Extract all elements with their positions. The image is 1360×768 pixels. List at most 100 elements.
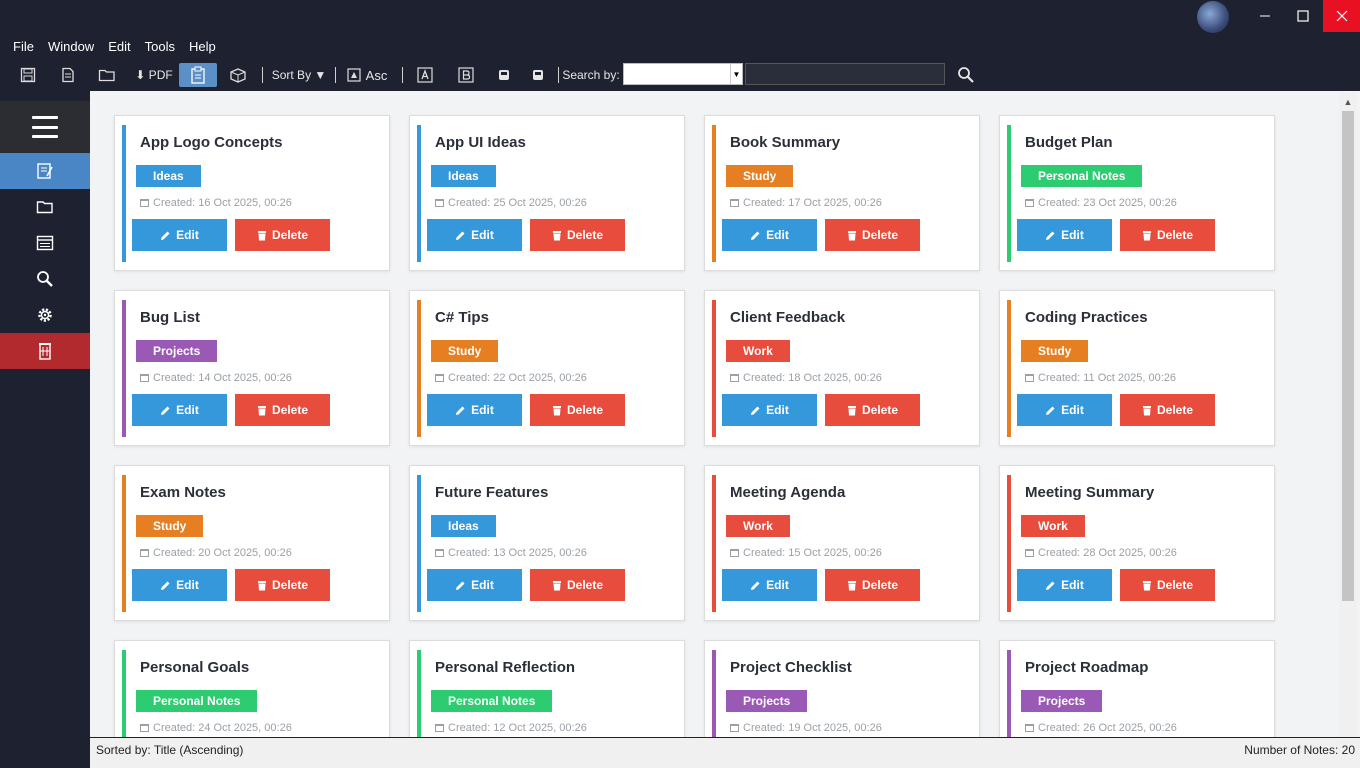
calendar-icon: [1025, 724, 1034, 732]
note-title: Meeting Summary: [1025, 484, 1155, 501]
calendar-icon: [435, 549, 444, 557]
delete-button[interactable]: Delete: [1120, 219, 1215, 251]
note-card[interactable]: Future Features Ideas Created: 13 Oct 2025…: [409, 465, 685, 621]
search-button[interactable]: [954, 63, 978, 87]
edit-button[interactable]: Edit: [132, 219, 227, 251]
sidebar-item-settings[interactable]: [0, 297, 90, 333]
note-card[interactable]: Meeting Agenda Work Created: 15 Oct 2025, …: [704, 465, 980, 621]
category-accent-bar: [712, 125, 716, 262]
close-button[interactable]: [1323, 0, 1360, 32]
delete-button[interactable]: Delete: [530, 569, 625, 601]
open-button[interactable]: [95, 63, 119, 87]
note-card[interactable]: Meeting Summary Work Created: 28 Oct 2025,…: [999, 465, 1275, 621]
delete-button[interactable]: Delete: [530, 219, 625, 251]
category-badge: Personal Notes: [1021, 165, 1143, 187]
color-button-1[interactable]: [494, 63, 514, 87]
new-note-button[interactable]: [56, 63, 80, 87]
sort-by-dropdown[interactable]: Sort By ▼: [270, 63, 328, 87]
pencil-icon: [456, 581, 465, 590]
save-button[interactable]: [16, 63, 40, 87]
note-title: Bug List: [140, 309, 200, 326]
trash-icon: [847, 580, 856, 590]
note-title: App Logo Concepts: [140, 134, 283, 151]
trash-icon: [257, 580, 266, 590]
sidebar-item-trash[interactable]: [0, 333, 90, 369]
maximize-button[interactable]: [1280, 0, 1326, 32]
sidebar-item-folders[interactable]: [0, 189, 90, 225]
note-card[interactable]: Coding Practices Study Created: 11 Oct 202…: [999, 290, 1275, 446]
note-card[interactable]: Exam Notes Study Created: 20 Oct 2025, 00:…: [114, 465, 390, 621]
pencil-icon: [1046, 581, 1055, 590]
delete-button[interactable]: Delete: [235, 219, 330, 251]
delete-button[interactable]: Delete: [235, 569, 330, 601]
sort-order-button[interactable]: Asc: [343, 63, 391, 87]
note-card[interactable]: Project Checklist Projects Created: 19 Oct…: [704, 640, 980, 737]
note-card[interactable]: Personal Reflection Personal Notes Created…: [409, 640, 685, 737]
menu-file[interactable]: File: [0, 36, 41, 58]
edit-button[interactable]: Edit: [427, 394, 522, 426]
edit-button[interactable]: Edit: [722, 394, 817, 426]
bold-button[interactable]: [455, 63, 477, 87]
pencil-icon: [161, 581, 170, 590]
category-accent-bar: [122, 475, 126, 612]
note-title: Budget Plan: [1025, 134, 1113, 151]
scroll-up-icon[interactable]: ▲: [1339, 95, 1357, 109]
edit-label: Edit: [471, 228, 494, 242]
note-card[interactable]: Book Summary Study Created: 17 Oct 2025, 0…: [704, 115, 980, 271]
delete-button[interactable]: Delete: [530, 394, 625, 426]
created-label: Created: 13 Oct 2025, 00:26: [448, 547, 587, 559]
scrollbar-thumb[interactable]: [1342, 111, 1354, 601]
created-label: Created: 11 Oct 2025, 00:26: [1038, 372, 1176, 384]
delete-button[interactable]: Delete: [1120, 569, 1215, 601]
menu-window[interactable]: Window: [41, 36, 101, 58]
edit-button[interactable]: Edit: [1017, 219, 1112, 251]
edit-button[interactable]: Edit: [1017, 569, 1112, 601]
edit-button[interactable]: Edit: [1017, 394, 1112, 426]
category-badge: Study: [431, 340, 499, 362]
delete-button[interactable]: Delete: [1120, 394, 1215, 426]
sidebar-item-notes[interactable]: [0, 153, 90, 189]
note-card[interactable]: C# Tips Study Created: 22 Oct 2025, 00:26 E…: [409, 290, 685, 446]
category-badge: Study: [726, 165, 794, 187]
created-date: Created: 22 Oct 2025, 00:26: [435, 372, 587, 384]
note-card[interactable]: Bug List Projects Created: 14 Oct 2025, 00…: [114, 290, 390, 446]
menu-bar: File Window Edit Tools Help: [0, 36, 223, 58]
paste-button[interactable]: [179, 63, 217, 87]
delete-button[interactable]: Delete: [235, 394, 330, 426]
delete-button[interactable]: Delete: [825, 394, 920, 426]
note-card[interactable]: Project Roadmap Projects Created: 26 Oct 2…: [999, 640, 1275, 737]
edit-button[interactable]: Edit: [427, 569, 522, 601]
calendar-icon: [435, 374, 444, 382]
color-button-2[interactable]: [528, 63, 548, 87]
sidebar: [0, 101, 90, 768]
edit-button[interactable]: Edit: [132, 394, 227, 426]
note-card[interactable]: Budget Plan Personal Notes Created: 23 Oct…: [999, 115, 1275, 271]
sidebar-item-list[interactable]: [0, 225, 90, 261]
note-card[interactable]: App Logo Concepts Ideas Created: 16 Oct 20…: [114, 115, 390, 271]
edit-button[interactable]: Edit: [722, 569, 817, 601]
note-card[interactable]: Client Feedback Work Created: 18 Oct 2025,…: [704, 290, 980, 446]
pencil-icon: [456, 231, 465, 240]
search-input[interactable]: [745, 63, 945, 85]
edit-label: Edit: [766, 228, 789, 242]
note-card[interactable]: Personal Goals Personal Notes Created: 24 …: [114, 640, 390, 737]
export-pdf-button[interactable]: ⬇ PDF: [134, 63, 174, 87]
menu-help[interactable]: Help: [182, 36, 223, 58]
search-field-select[interactable]: ▼: [623, 63, 743, 85]
edit-button[interactable]: Edit: [722, 219, 817, 251]
user-avatar[interactable]: [1197, 1, 1229, 33]
menu-toggle-button[interactable]: [0, 101, 90, 153]
note-card[interactable]: App UI Ideas Ideas Created: 25 Oct 2025, 0…: [409, 115, 685, 271]
vertical-scrollbar[interactable]: ▲: [1339, 93, 1357, 737]
created-label: Created: 15 Oct 2025, 00:26: [743, 547, 882, 559]
archive-button[interactable]: [226, 63, 250, 87]
delete-button[interactable]: Delete: [825, 219, 920, 251]
font-a-button[interactable]: [414, 63, 436, 87]
menu-tools[interactable]: Tools: [138, 36, 182, 58]
menu-edit[interactable]: Edit: [101, 36, 137, 58]
edit-button[interactable]: Edit: [427, 219, 522, 251]
edit-button[interactable]: Edit: [132, 569, 227, 601]
delete-button[interactable]: Delete: [825, 569, 920, 601]
sidebar-item-search[interactable]: [0, 261, 90, 297]
search-icon: [958, 67, 974, 83]
